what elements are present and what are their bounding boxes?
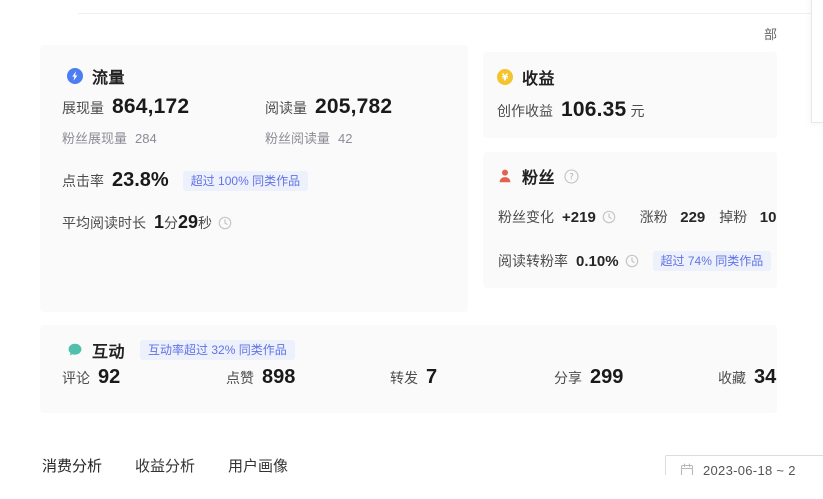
fans-gained-value: 229: [680, 209, 705, 226]
traffic-fan-row: 粉丝展现量 284 粉丝阅读量 42: [62, 128, 157, 147]
date-range-picker[interactable]: 2023-06-18 ~ 2: [665, 455, 823, 475]
reads-label: 阅读量: [265, 98, 307, 118]
likes-value: 898: [262, 366, 295, 389]
shares-stat: 分享 299: [554, 366, 718, 389]
revenue-card: ¥ 收益 创作收益 106.35 元: [483, 52, 777, 138]
read-to-fan-rate-value: 0.10%: [576, 253, 619, 270]
svg-text:¥: ¥: [502, 73, 509, 84]
fans-card-header: 粉丝 ?: [497, 164, 579, 188]
tab-user-profile[interactable]: 用户画像: [228, 455, 288, 475]
fans-gained-label: 涨粉: [640, 209, 668, 225]
interaction-rate-badge: 互动率超过 32% 同类作品: [140, 340, 295, 360]
traffic-card: 流量 展现量 864,172 阅读量 205,782 粉丝展现量 284 粉丝阅…: [40, 45, 468, 312]
reads-value: 205,782: [315, 95, 392, 119]
person-icon: [497, 168, 513, 184]
fan-change-row: 粉丝变化 +219 涨粉 229 掉粉 10: [498, 207, 776, 227]
creation-income-unit: 元: [630, 101, 644, 121]
favorites-value: 34: [754, 366, 776, 389]
read-to-fan-benchmark-badge: 超过 74% 同类作品: [653, 251, 772, 271]
calendar-icon: [680, 463, 694, 475]
fan-impressions-label: 粉丝展现量: [62, 128, 127, 147]
tab-consumption-analysis[interactable]: 消费分析: [42, 455, 102, 475]
impressions-value: 864,172: [112, 95, 189, 119]
avg-read-time-seconds: 29: [178, 212, 198, 233]
fans-lost-group: 掉粉 10: [719, 207, 776, 227]
clock-icon: [218, 216, 232, 230]
traffic-primary-row: 展现量 864,172 阅读量 205,782: [62, 95, 189, 119]
interaction-card-header: 互动 互动率超过 32% 同类作品: [67, 338, 295, 362]
tab-revenue-analysis[interactable]: 收益分析: [135, 455, 195, 475]
interaction-card: 互动 互动率超过 32% 同类作品 评论 92 点赞 898 转发 7 分享 2…: [40, 325, 777, 413]
top-divider: [78, 13, 811, 14]
reposts-stat: 转发 7: [390, 366, 554, 389]
avg-read-time-minutes: 1: [154, 212, 164, 233]
help-icon[interactable]: ?: [564, 169, 579, 184]
analysis-tabs: 消费分析 收益分析 用户画像: [42, 455, 288, 475]
fan-impressions-value: 284: [135, 131, 157, 146]
fan-reads-value: 42: [338, 131, 352, 146]
creation-income-row: 创作收益 106.35 元: [497, 98, 644, 122]
likes-stat: 点赞 898: [226, 366, 390, 389]
right-edge-overlay-panel: [811, 0, 823, 123]
creation-income-label: 创作收益: [497, 101, 553, 121]
fans-card: 粉丝 ? 粉丝变化 +219 涨粉 229 掉粉 10 阅读转粉率 0.10%: [483, 152, 777, 288]
fans-lost-value: 10: [760, 209, 777, 226]
impressions-label: 展现量: [62, 98, 104, 118]
shares-value: 299: [590, 366, 623, 389]
lightning-icon: [67, 68, 83, 84]
avg-read-time-row: 平均阅读时长 1 分 29 秒: [62, 212, 232, 233]
likes-label: 点赞: [226, 368, 254, 388]
fan-reads-label: 粉丝阅读量: [265, 128, 330, 147]
comments-value: 92: [98, 366, 120, 389]
reposts-label: 转发: [390, 368, 418, 388]
fans-card-title: 粉丝: [522, 164, 555, 188]
read-to-fan-rate-row: 阅读转粉率 0.10% 超过 74% 同类作品: [498, 251, 771, 271]
bottom-section: 消费分析 收益分析 用户画像 2023-06-18 ~ 2: [0, 455, 823, 475]
coin-icon: ¥: [497, 69, 513, 85]
fan-change-value: +219: [562, 209, 596, 226]
interaction-stats-row: 评论 92 点赞 898 转发 7 分享 299 收藏 34: [62, 366, 823, 389]
avg-read-time-label: 平均阅读时长: [62, 213, 146, 233]
clock-icon: [625, 254, 639, 268]
comments-stat: 评论 92: [62, 366, 226, 389]
shares-label: 分享: [554, 368, 582, 388]
seconds-unit: 秒: [198, 213, 212, 233]
clock-icon: [602, 210, 616, 224]
fans-lost-label: 掉粉: [719, 209, 747, 225]
fans-gained-group: 涨粉 229: [640, 207, 705, 227]
analytics-dashboard: 部 流量 展现量 864,172 阅读量 205,782 粉丝展现量 284 粉…: [0, 0, 823, 499]
minutes-unit: 分: [164, 213, 178, 233]
comments-label: 评论: [62, 368, 90, 388]
reposts-value: 7: [426, 366, 437, 389]
truncated-note-text: 部: [764, 24, 780, 43]
favorites-stat: 收藏 34: [718, 366, 823, 389]
read-to-fan-rate-label: 阅读转粉率: [498, 251, 568, 271]
fan-change-label: 粉丝变化: [498, 207, 554, 227]
ctr-label: 点击率: [62, 171, 104, 191]
ctr-row: 点击率 23.8% 超过 100% 同类作品: [62, 169, 308, 192]
ctr-value: 23.8%: [112, 169, 169, 192]
date-range-text: 2023-06-18 ~ 2: [703, 463, 796, 475]
svg-text:?: ?: [569, 172, 574, 182]
revenue-card-title: 收益: [522, 65, 555, 89]
traffic-card-title: 流量: [92, 64, 125, 88]
traffic-card-header: 流量: [67, 64, 125, 88]
favorites-label: 收藏: [718, 368, 746, 388]
chat-bubble-icon: [67, 342, 83, 358]
ctr-benchmark-badge: 超过 100% 同类作品: [183, 171, 308, 191]
creation-income-value: 106.35: [561, 98, 626, 122]
revenue-card-header: ¥ 收益: [497, 65, 555, 89]
interaction-card-title: 互动: [92, 338, 125, 362]
